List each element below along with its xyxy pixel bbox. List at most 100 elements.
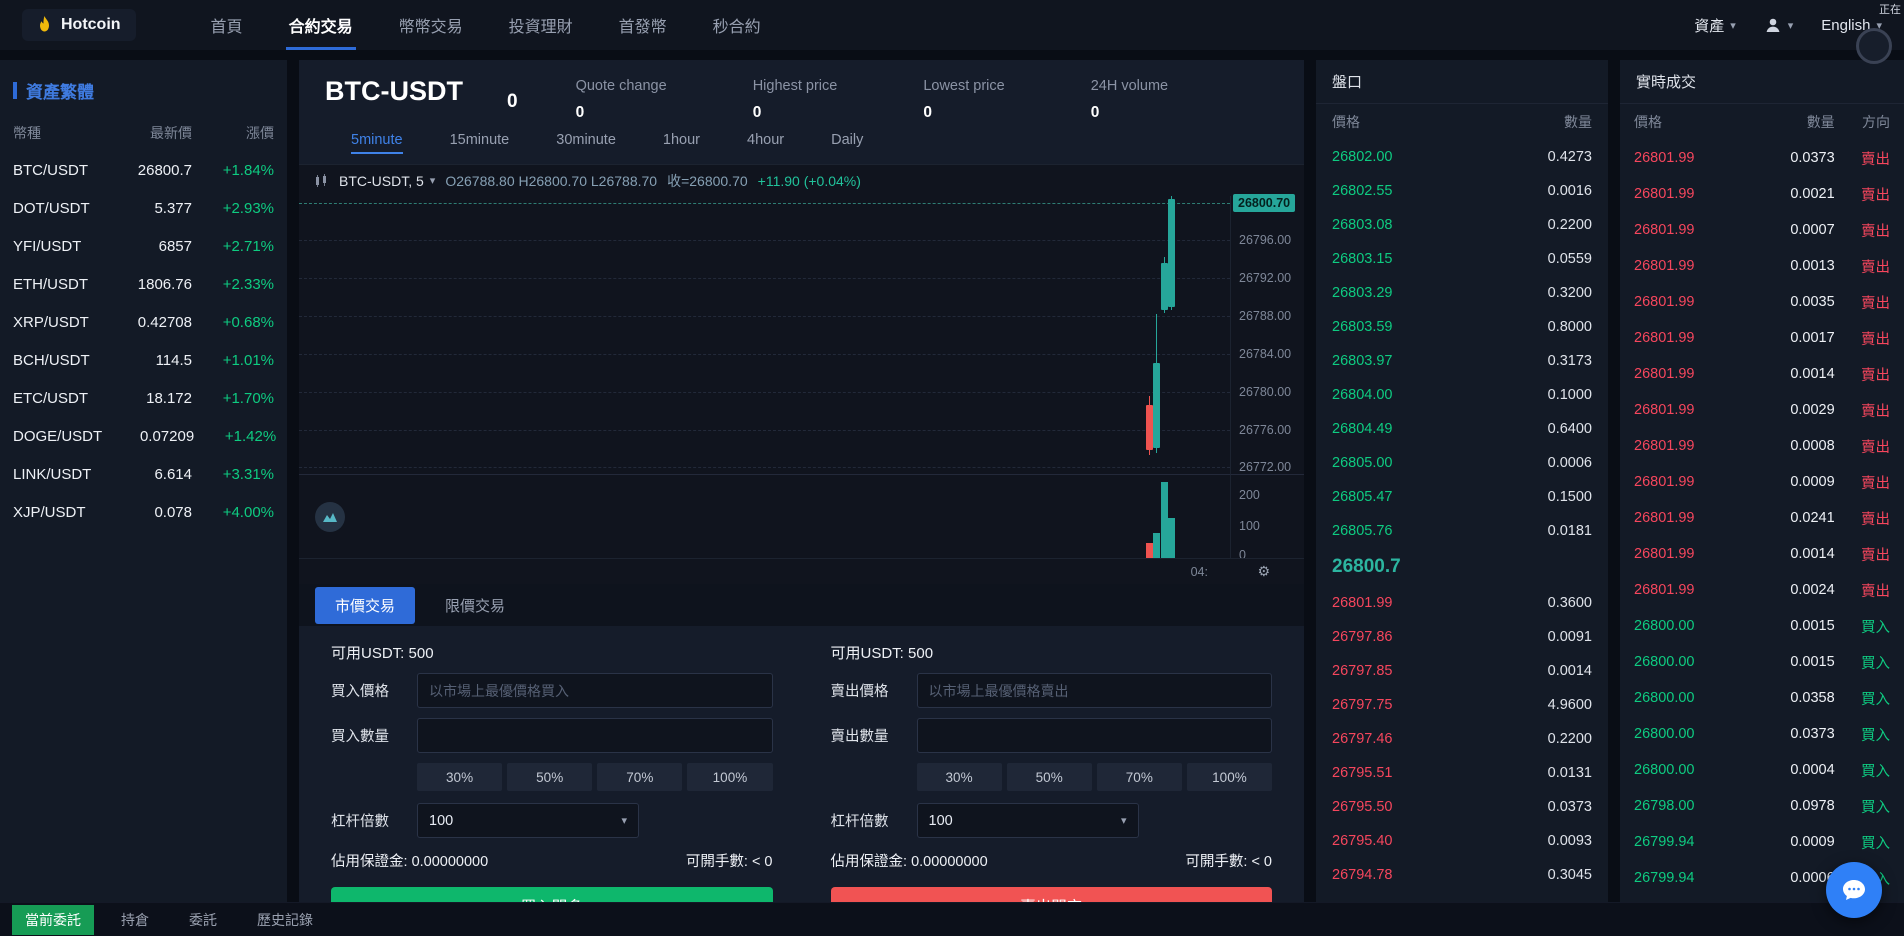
brand-logo[interactable]: Hotcoin [22, 9, 136, 41]
assets-menu[interactable]: 資產 ▾ [1694, 15, 1736, 36]
percent-button[interactable]: 100% [687, 763, 773, 791]
order-book-row[interactable]: 26803.29 0.3200 [1316, 276, 1608, 310]
order-book-row[interactable]: 26797.75 4.9600 [1316, 688, 1608, 722]
settings-gear-icon[interactable]: ⚙ [1257, 563, 1270, 580]
watchlist-row[interactable]: BTC/USDT 26800.7 +1.84% [0, 151, 287, 189]
sell-price-input[interactable] [916, 673, 1272, 708]
order-book-row[interactable]: 26805.76 0.0181 [1316, 514, 1608, 548]
side-cell: 賣出 [1861, 511, 1890, 528]
percent-button[interactable]: 50% [1006, 763, 1092, 791]
qty-cell: 0.0035 [1790, 294, 1835, 310]
bottom-tabs-bar: 當前委託 持倉 委託 歷史記錄 [0, 902, 1904, 936]
nav-item[interactable]: 首發幣 [596, 0, 690, 50]
watchlist-row[interactable]: DOT/USDT 5.377 +2.93% [0, 189, 287, 227]
watchlist-row[interactable]: XJP/USDT 0.078 +4.00% [0, 493, 287, 531]
buy-long-button[interactable]: 買入開多 [331, 887, 773, 902]
chart-type-icon[interactable] [314, 173, 329, 188]
trade-mode-tab[interactable]: 市價交易 [315, 586, 416, 624]
sell-amount-input[interactable] [916, 718, 1272, 753]
trade-row: 26801.99 0.0029 賣出 [1620, 392, 1904, 428]
order-book-row[interactable]: 26797.46 0.2200 [1316, 722, 1608, 756]
sell-short-button[interactable]: 賣出開空 [830, 887, 1272, 902]
market-stat: 24H volume 0 [1091, 78, 1168, 122]
percent-button[interactable]: 70% [1096, 763, 1182, 791]
watchlist-row[interactable]: XRP/USDT 0.42708 +0.68% [0, 303, 287, 341]
bottom-tab[interactable]: 委託 [176, 905, 230, 935]
watchlist-row[interactable]: BCH/USDT 114.5 +1.01% [0, 341, 287, 379]
nav-item[interactable]: 幣幣交易 [376, 0, 486, 50]
chat-support-button[interactable] [1826, 862, 1882, 918]
order-book-row[interactable]: 26802.55 0.0016 [1316, 174, 1608, 208]
title-accent-bar [13, 82, 17, 99]
bottom-tab[interactable]: 持倉 [108, 905, 162, 935]
order-book-current-price: 26800.7 [1332, 556, 1401, 577]
bottom-tab[interactable]: 當前委託 [12, 904, 94, 935]
order-book-row[interactable]: 26801.99 0.3600 [1316, 586, 1608, 620]
price-cell: 26802.00 [1332, 149, 1393, 165]
price-cell: 26801.99 [1634, 258, 1695, 274]
pair-label: DOGE/USDT [13, 427, 103, 445]
watchlist-row[interactable]: DOGE/USDT 0.07209 +1.42% [0, 417, 287, 455]
buy-price-input[interactable] [417, 673, 773, 708]
order-book-row[interactable]: 26803.08 0.2200 [1316, 208, 1608, 242]
watchlist-row[interactable]: YFI/USDT 6857 +2.71% [0, 227, 287, 265]
percent-button[interactable]: 50% [507, 763, 593, 791]
order-book-row[interactable]: 26804.00 0.1000 [1316, 378, 1608, 412]
order-book-row[interactable]: 26803.15 0.0559 [1316, 242, 1608, 276]
recent-trades-body: 26801.99 0.0373 賣出 26801.99 0.0021 賣出 26801.99… [1620, 140, 1904, 902]
side-cell: 買入 [1861, 763, 1890, 780]
buy-amount-input[interactable] [417, 718, 773, 753]
close-value: 收=26800.70 [667, 172, 748, 189]
price-cell: 26802.55 [1332, 183, 1393, 199]
order-book-row[interactable]: 26795.50 0.0373 [1316, 790, 1608, 824]
timeframe-tab[interactable]: 4hour [747, 132, 784, 154]
nav-item[interactable]: 首頁 [188, 0, 266, 50]
nav-item[interactable]: 合約交易 [266, 0, 376, 50]
percent-button[interactable]: 30% [417, 763, 503, 791]
order-book-row[interactable]: 26804.49 0.6400 [1316, 412, 1608, 446]
order-book-row[interactable]: 26802.00 0.4273 [1316, 140, 1608, 174]
qty-cell: 0.0024 [1790, 582, 1835, 598]
order-book-row[interactable]: 26803.97 0.3173 [1316, 344, 1608, 378]
price-cell: 26801.99 [1634, 402, 1695, 418]
watchlist-row[interactable]: LINK/USDT 6.614 +3.31% [0, 455, 287, 493]
price-chart[interactable] [299, 196, 1230, 474]
order-book-row[interactable]: 26794.770.1500 [1316, 892, 1608, 902]
nav-item[interactable]: 秒合約 [690, 0, 784, 50]
percent-button[interactable]: 70% [597, 763, 683, 791]
order-book-row[interactable]: 26795.40 0.0093 [1316, 824, 1608, 858]
order-book-row[interactable]: 26803.59 0.8000 [1316, 310, 1608, 344]
change-percent: +4.00% [222, 503, 274, 521]
timeframe-tab[interactable]: 15minute [450, 132, 510, 154]
watchlist-row[interactable]: ETH/USDT 1806.76 +2.33% [0, 265, 287, 303]
bottom-tab[interactable]: 歷史記錄 [244, 905, 326, 935]
trade-row: 26800.00 0.0015 買入 [1620, 644, 1904, 680]
timeframe-tab[interactable]: 1hour [663, 132, 700, 154]
order-book-row[interactable]: 26797.85 0.0014 [1316, 654, 1608, 688]
order-book-row[interactable]: 26795.51 0.0131 [1316, 756, 1608, 790]
floating-widget[interactable] [1856, 28, 1892, 64]
percent-button[interactable]: 100% [1186, 763, 1272, 791]
chart-panel: BTC-USDT, 5 ▾ O26788.80 H26800.70 L26788… [299, 164, 1304, 584]
chart-symbol-dropdown[interactable]: BTC-USDT, 5 ▾ [339, 173, 435, 189]
sell-leverage-select[interactable]: 100 ▾ [916, 803, 1139, 838]
order-book-row[interactable]: 26797.86 0.0091 [1316, 620, 1608, 654]
order-book-row[interactable]: 26805.47 0.1500 [1316, 480, 1608, 514]
price-cell: 26801.99 [1634, 474, 1695, 490]
trade-mode-tab[interactable]: 限價交易 [425, 587, 525, 624]
nav-item[interactable]: 投資理財 [486, 0, 596, 50]
order-book-row[interactable]: 26794.78 0.3045 [1316, 858, 1608, 892]
watchlist-row[interactable]: ETC/USDT 18.172 +1.70% [0, 379, 287, 417]
percent-button[interactable]: 30% [916, 763, 1002, 791]
qty-cell: 0.0559 [1547, 251, 1592, 267]
stat-value: 0 [1090, 104, 1100, 121]
lots-label: 可開手數: [685, 854, 748, 870]
buy-leverage-select[interactable]: 100 ▾ [417, 803, 639, 838]
price-cell: 26801.99 [1634, 222, 1695, 238]
timeframe-tab[interactable]: 5minute [351, 132, 403, 154]
current-price-line [299, 202, 1230, 204]
user-menu[interactable]: ▾ [1764, 16, 1793, 34]
timeframe-tab[interactable]: 30minute [556, 132, 616, 154]
timeframe-tab[interactable]: Daily [831, 132, 863, 154]
order-book-row[interactable]: 26805.00 0.0006 [1316, 446, 1608, 480]
